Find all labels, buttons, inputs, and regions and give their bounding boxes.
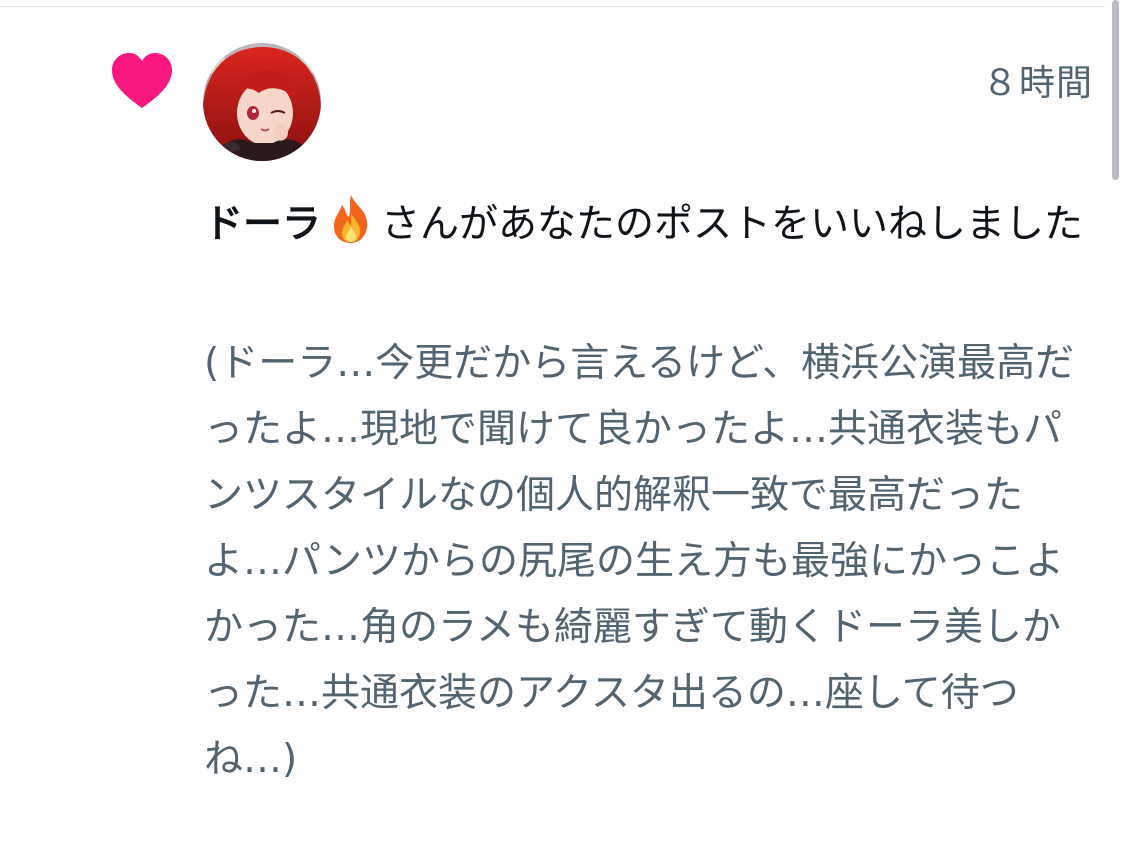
- user-avatar[interactable]: [203, 43, 321, 161]
- actor-name[interactable]: ドーラ: [204, 202, 321, 247]
- scrollbar-thumb[interactable]: [1112, 0, 1119, 180]
- timestamp[interactable]: ８時間: [982, 54, 1093, 106]
- top-divider: [0, 6, 1105, 7]
- fire-emoji-icon: [325, 193, 377, 245]
- notification-message: ドーラ さんがあなたのポストをいいねしました: [204, 193, 1094, 256]
- action-text: さんがあなたのポストをいいねしました: [381, 202, 1084, 247]
- liked-post-text[interactable]: (ドーラ…今更だから言えるけど、横浜公演最高だったよ…現地で聞けて良かったよ…共…: [204, 331, 1094, 793]
- heart-icon: [110, 52, 174, 110]
